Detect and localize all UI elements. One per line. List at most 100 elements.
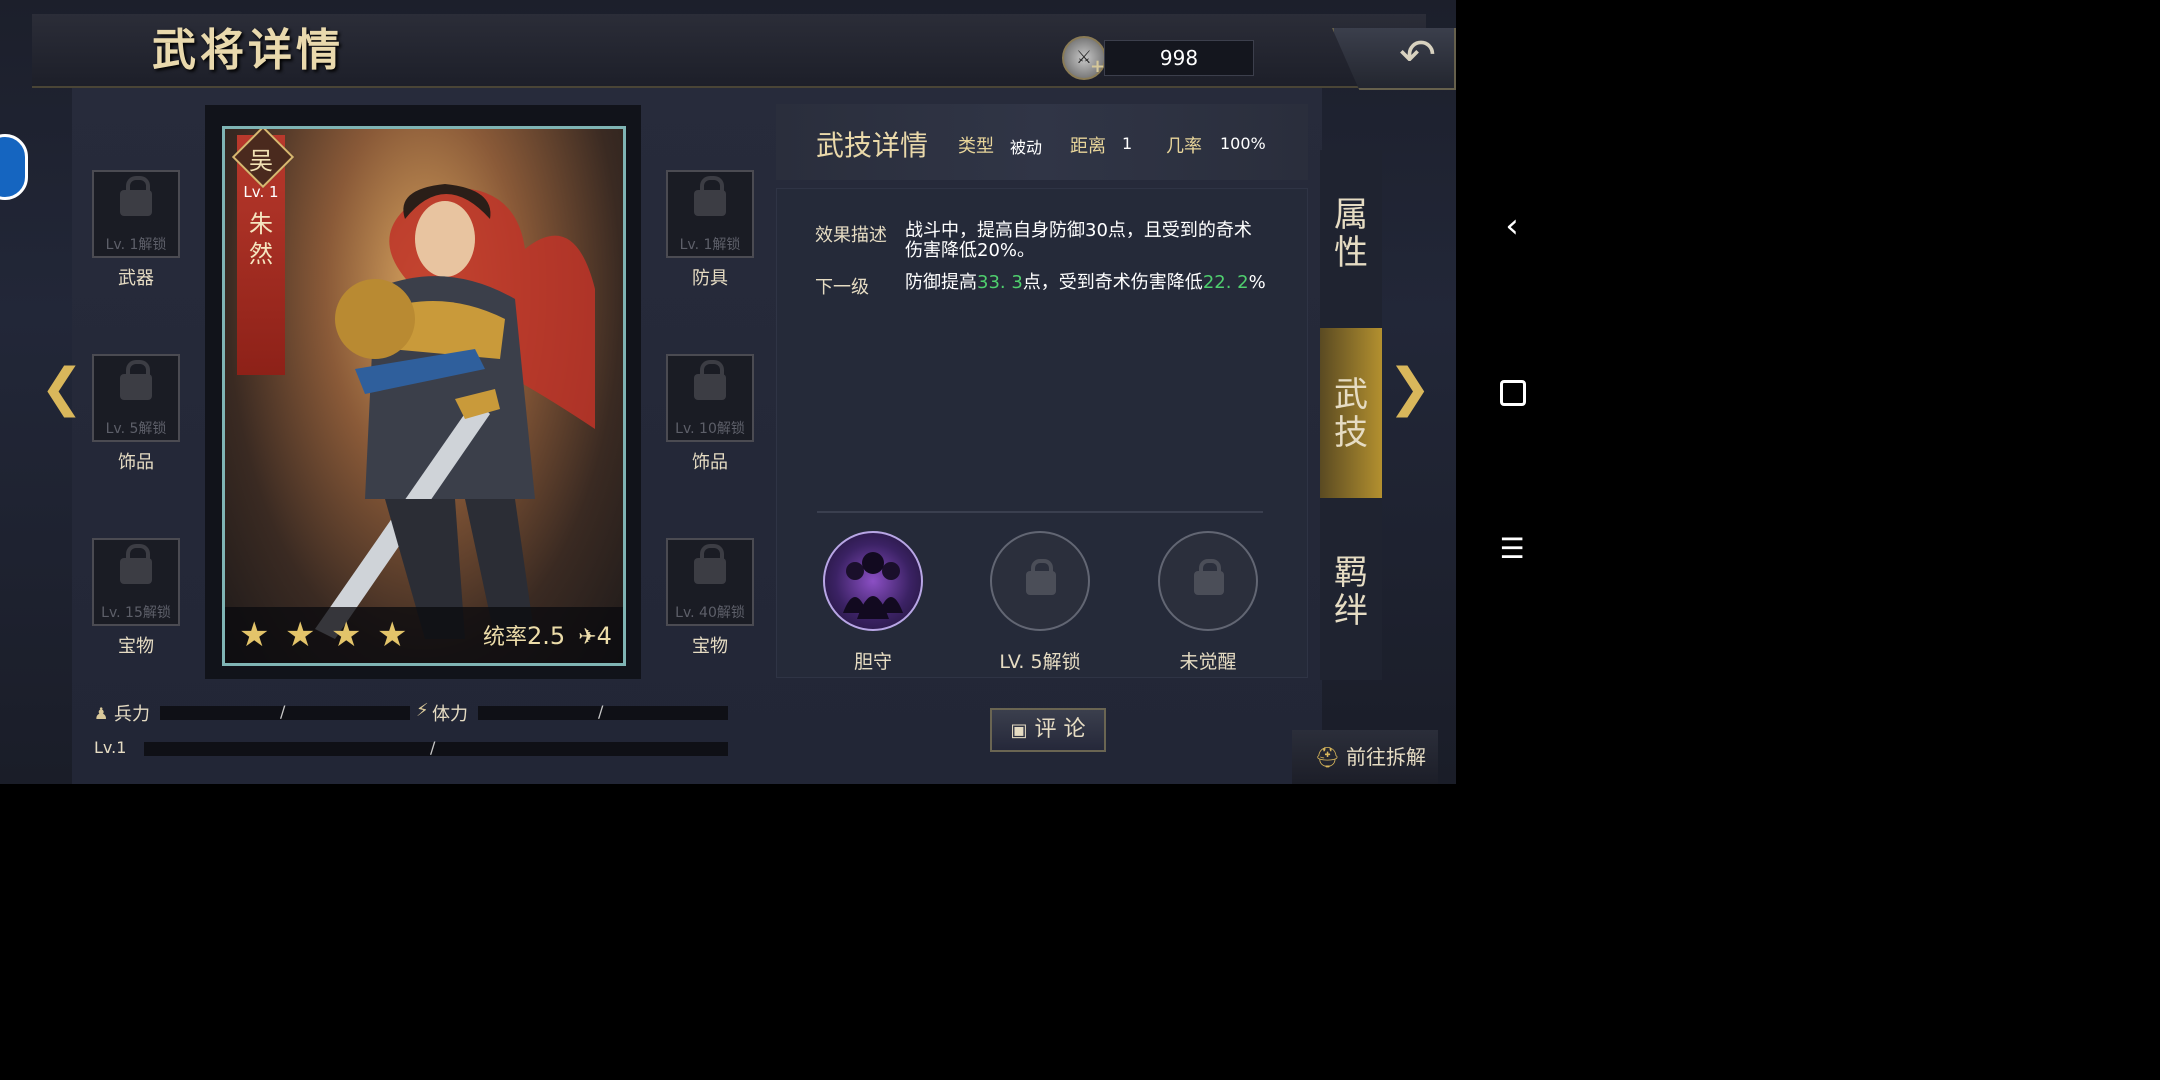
lock-icon (120, 360, 152, 400)
header-bar: 武将详情 ⚔ + 998 ↶ (32, 14, 1456, 90)
tab-attributes[interactable]: 属性 (1320, 196, 1382, 272)
next-part3: % (1248, 272, 1266, 293)
effect-desc-line1: 战斗中，提高自身防御30点，且受到的奇术 (905, 220, 1252, 241)
command-value: 2.5 (527, 622, 566, 650)
next-hero-arrow-icon[interactable]: ❯ (1388, 358, 1432, 418)
troops-icon: ♟ (94, 704, 109, 723)
skill-range-label: 距离 (1070, 136, 1106, 157)
tab-bonds[interactable]: 羁绊 (1320, 554, 1382, 630)
chat-icon: ▣ (1010, 720, 1028, 741)
tab-attributes-char2: 性 (1334, 233, 1368, 273)
stamina-icon: ⚡ (416, 700, 429, 721)
skill-slot-locked-2[interactable] (990, 531, 1090, 631)
unlock-level: Lv. 10解锁 (675, 421, 745, 437)
comment-button[interactable]: ▣ 评 论 (990, 708, 1106, 752)
tab-skills[interactable]: 武技 (1320, 376, 1382, 452)
faction-banner: 吴 Lv. 1 朱然 (231, 129, 295, 375)
skill-rate-value: 100% (1220, 134, 1266, 153)
lock-icon (1026, 559, 1056, 595)
next-level-desc: 防御提高33. 3点，受到奇术伤害降低22. 2% (905, 273, 1266, 292)
skill-range-value: 1 (1122, 134, 1133, 153)
lock-icon (120, 176, 152, 216)
page-title: 武将详情 (152, 25, 344, 76)
stamina-label: 体力 (432, 704, 468, 725)
command-label: 统率 (483, 625, 528, 650)
floating-assistant-button[interactable] (0, 134, 28, 200)
effect-desc-label: 效果描述 (815, 225, 887, 246)
effect-desc-line2: 伤害降低20%。 (905, 240, 1036, 261)
skill-label-2: LV. 5解锁 (999, 651, 1081, 673)
star-icon: ★ (285, 615, 316, 655)
exp-bar (144, 742, 728, 756)
skill-silhouette-icon (843, 552, 903, 619)
nav-home-icon[interactable] (1500, 380, 1526, 406)
unlock-level: Lv. 1解锁 (679, 237, 741, 253)
equip-label-accessory-2: 饰品 (692, 452, 728, 473)
movement-value: 4 (596, 622, 612, 650)
hero-stat-bar: ★ ★ ★ ★ 统率2.5 ✈4 (225, 607, 623, 663)
lock-icon (694, 544, 726, 584)
system-nav-bar: ‹ ☰ (1456, 0, 1568, 784)
stamina-separator: / (598, 702, 604, 721)
skill-header: 武技详情 类型 被动 距离 1 几率 100% (776, 104, 1308, 180)
lock-icon (1194, 559, 1224, 595)
back-button[interactable]: ↶ (1332, 28, 1456, 90)
troops-label: 兵力 (114, 704, 150, 725)
game-screen: 武将详情 ⚔ + 998 ↶ ❮ ❯ Lv. 1解锁 武器 Lv. 5解锁 饰品… (0, 0, 1456, 784)
nav-back-icon[interactable]: ‹ (1482, 206, 1542, 246)
unlock-level: Lv. 40解锁 (675, 605, 745, 621)
skill-title: 武技详情 (816, 129, 929, 162)
skill-type-value: 被动 (1010, 138, 1043, 157)
equip-slot-weapon[interactable]: Lv. 1解锁 (92, 170, 180, 258)
next-part2: 点，受到奇术伤害降低 (1022, 272, 1203, 293)
star-icon: ★ (239, 615, 270, 655)
helmet-icon: ⛑ (1314, 745, 1340, 769)
equip-label-accessory: 饰品 (118, 452, 154, 473)
hero-name: 朱然 (249, 210, 273, 268)
exp-level-label: Lv.1 (94, 738, 127, 757)
unlock-level: Lv. 15解锁 (101, 605, 171, 621)
unlock-level: Lv. 5解锁 (105, 421, 167, 437)
nav-menu-icon[interactable]: ☰ (1482, 532, 1542, 565)
comment-label: 评 论 (1034, 717, 1086, 742)
skill-rate-label: 几率 (1166, 136, 1202, 157)
goto-dismantle-label: 前往拆解 (1346, 745, 1426, 769)
unlock-level: Lv. 1解锁 (105, 237, 167, 253)
lock-icon (694, 360, 726, 400)
equip-slot-accessory[interactable]: Lv. 5解锁 (92, 354, 180, 442)
lock-icon (694, 176, 726, 216)
skill-label-3: 未觉醒 (1179, 651, 1237, 673)
goto-dismantle-button[interactable]: ⛑ 前往拆解 (1292, 730, 1438, 784)
hero-card[interactable]: 吴 Lv. 1 朱然 ★ ★ ★ ★ 统率2.5 ✈4 (222, 126, 626, 666)
tab-bonds-char1: 羁 (1334, 553, 1368, 593)
skill-detail-panel: 效果描述 战斗中，提高自身防御30点，且受到的奇术 伤害降低20%。 下一级 防… (776, 188, 1308, 678)
skill-label-1: 胆守 (853, 651, 892, 673)
prev-hero-arrow-icon[interactable]: ❮ (40, 358, 84, 418)
exp-separator: / (430, 738, 436, 757)
add-resource-icon[interactable]: + (1090, 58, 1105, 76)
equip-label-armor: 防具 (692, 268, 728, 289)
back-arrow-icon: ↶ (1399, 30, 1436, 81)
hero-command-stat: 统率2.5 ✈4 (483, 619, 612, 651)
hero-portrait (315, 184, 595, 639)
equip-slot-treasure-2[interactable]: Lv. 40解锁 (666, 538, 754, 626)
skill-icon-danshou[interactable] (823, 531, 923, 631)
skill-type-label: 类型 (958, 136, 994, 157)
movement-icon: ✈ (578, 625, 597, 650)
skill-slot-locked-3[interactable] (1158, 531, 1258, 631)
star-icon: ★ (377, 615, 408, 655)
tab-skills-char1: 武 (1334, 375, 1368, 415)
lock-icon (120, 544, 152, 584)
equip-label-treasure-2: 宝物 (692, 636, 728, 657)
troops-separator: / (280, 702, 286, 721)
hero-level: Lv. 1 (243, 183, 279, 201)
equip-slot-armor[interactable]: Lv. 1解锁 (666, 170, 754, 258)
faction-name: 吴 (249, 147, 273, 175)
next-value2: 22. 2 (1202, 272, 1249, 293)
tab-bonds-char2: 绊 (1334, 591, 1368, 631)
equip-slot-treasure[interactable]: Lv. 15解锁 (92, 538, 180, 626)
equip-slot-accessory-2[interactable]: Lv. 10解锁 (666, 354, 754, 442)
equip-label-weapon: 武器 (118, 268, 154, 289)
next-value1: 33. 3 (977, 272, 1023, 293)
resource-counter: 998 (1104, 40, 1254, 76)
